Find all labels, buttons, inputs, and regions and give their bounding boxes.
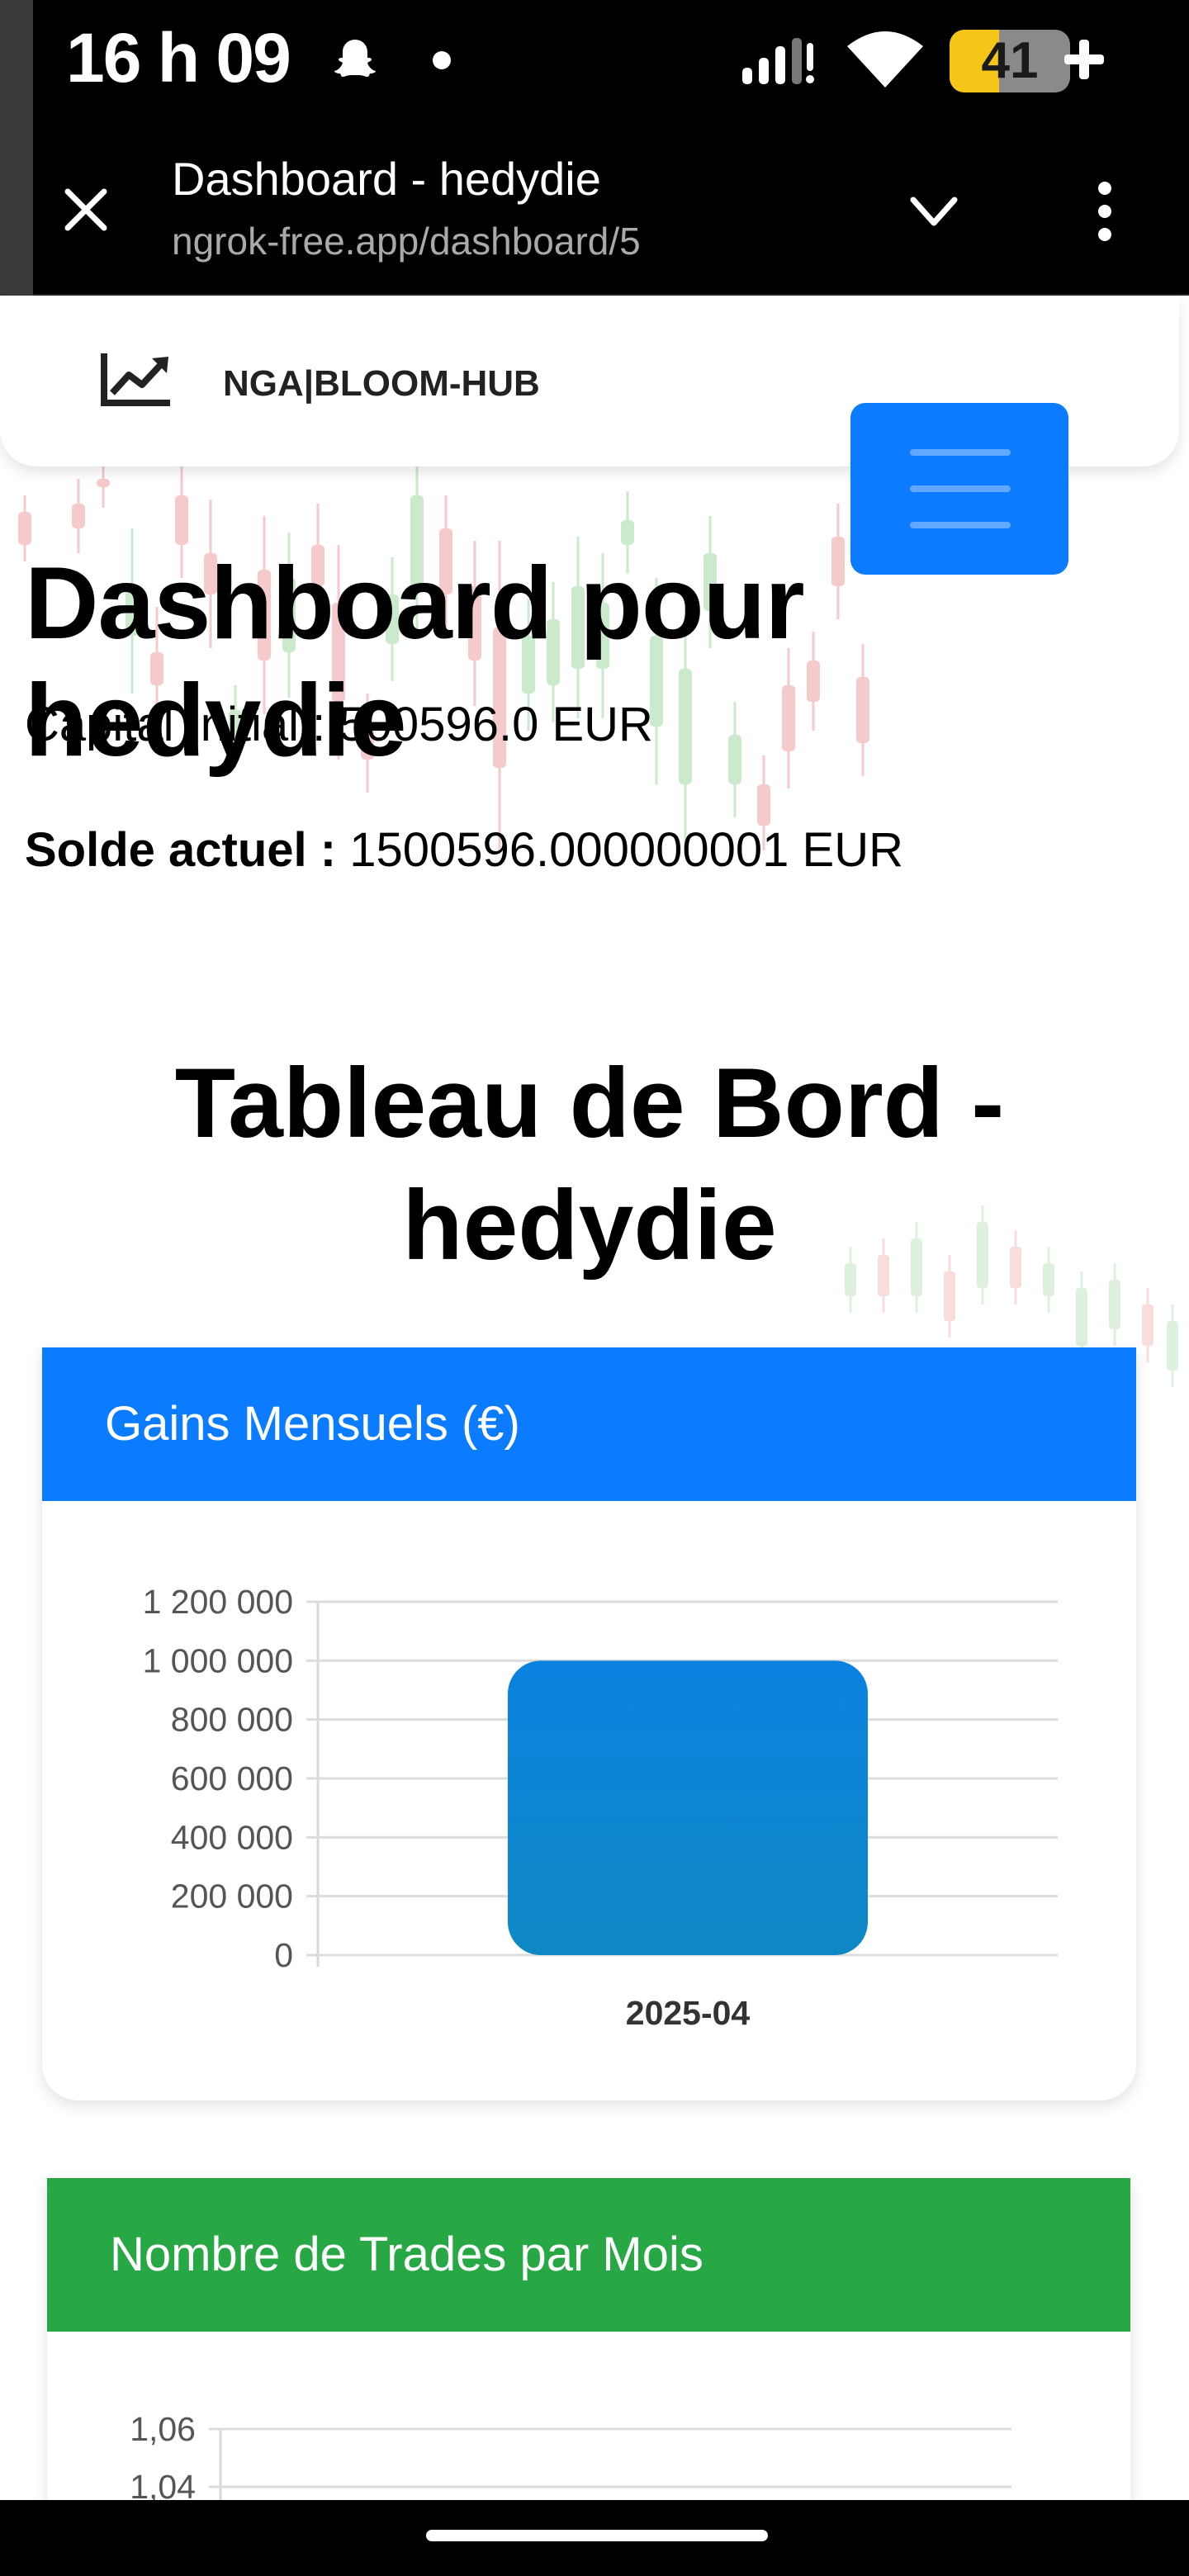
initial-capital: Capital Initial : 500596.0 EUR xyxy=(25,697,653,752)
browser-url[interactable]: ngrok-free.app/dashboard/5 xyxy=(172,219,641,263)
candlestick xyxy=(1142,1288,1153,1362)
board-heading: Tableau de Bord - hedydie xyxy=(0,1042,1179,1286)
menu-toggle-button[interactable] xyxy=(850,403,1068,575)
monthly-gains-card: Gains Mensuels (€) 0 200 000 400 000 600 00… xyxy=(42,1347,1136,2100)
trades-per-month-card-title: Nombre de Trades par Mois xyxy=(47,2178,1130,2332)
y-tick-label: 1 200 000 xyxy=(143,1583,293,1621)
board-heading-line2: hedydie xyxy=(402,1170,777,1281)
y-tick-label: 800 000 xyxy=(171,1701,293,1739)
bar[interactable] xyxy=(508,1660,868,1955)
window-edge xyxy=(0,0,33,296)
hamburger-icon xyxy=(910,485,1011,492)
trending-chart-icon xyxy=(101,353,170,406)
browser-page-title: Dashboard - hedydie xyxy=(172,153,601,205)
y-tick-label: 200 000 xyxy=(171,1878,293,1915)
brand-name[interactable]: NGA|BLOOM-HUB xyxy=(223,363,540,405)
more-options-icon[interactable] xyxy=(1088,180,1121,243)
y-tick-label: 600 000 xyxy=(171,1759,293,1797)
battery-level: 41 xyxy=(981,32,1039,89)
hamburger-icon xyxy=(910,522,1011,528)
monthly-gains-chart: 0 200 000 400 000 600 000 800 000 1 000 000 1 … xyxy=(143,1583,1058,2032)
y-tick-label: 0 xyxy=(274,1936,293,1974)
initial-capital-value: 500596.0 EUR xyxy=(339,698,653,751)
board-heading-line1: Tableau de Bord - xyxy=(174,1048,1005,1158)
close-icon[interactable] xyxy=(63,187,109,233)
monthly-gains-card-title: Gains Mensuels (€) xyxy=(42,1347,1136,1501)
current-balance-value: 1500596.000000001 EUR xyxy=(349,823,904,877)
y-tick-label: 1 000 000 xyxy=(143,1641,293,1679)
current-balance-label: Solde actuel : xyxy=(25,823,337,877)
browser-toolbar xyxy=(33,120,1189,296)
signal-icon xyxy=(742,38,814,84)
home-gesture-handle[interactable] xyxy=(426,2530,768,2541)
candlestick xyxy=(97,462,110,508)
battery-indicator: 41 xyxy=(950,30,1070,92)
wifi-icon xyxy=(847,31,923,88)
hamburger-icon xyxy=(910,449,1011,456)
snapchat-icon xyxy=(334,40,376,77)
initial-capital-label: Capital Initial : xyxy=(25,698,326,751)
candlestick xyxy=(1167,1305,1178,1387)
x-tick-label: 2025-04 xyxy=(626,1994,751,2032)
candlestick xyxy=(72,479,85,553)
y-tick-label: 1,06 xyxy=(130,2410,196,2448)
y-tick-label: 400 000 xyxy=(171,1818,293,1856)
charging-plus-icon xyxy=(1064,40,1104,79)
chevron-down-icon[interactable] xyxy=(908,193,959,230)
status-time: 16 h 09 xyxy=(66,19,291,97)
notification-dot-icon xyxy=(433,51,451,69)
current-balance: Solde actuel : 1500596.000000001 EUR xyxy=(25,822,903,878)
